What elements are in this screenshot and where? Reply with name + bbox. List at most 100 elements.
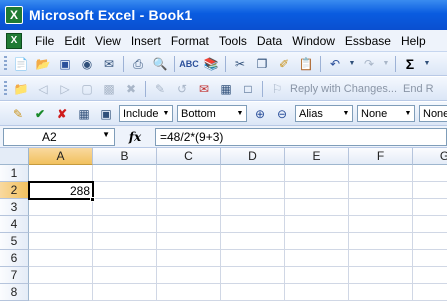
cell-g5[interactable] xyxy=(413,233,447,250)
cell-b3[interactable] xyxy=(93,199,157,216)
cell-c3[interactable] xyxy=(157,199,221,216)
undo-icon[interactable]: ↶ xyxy=(326,55,344,73)
cell-d5[interactable] xyxy=(221,233,285,250)
row-header-5[interactable]: 5 xyxy=(0,233,29,250)
cell-b4[interactable] xyxy=(93,216,157,233)
cell-a4[interactable] xyxy=(29,216,93,233)
cell-d2[interactable] xyxy=(221,182,285,199)
cell-g7[interactable] xyxy=(413,267,447,284)
chevron-down-icon[interactable]: ▼ xyxy=(402,106,414,121)
chevron-down-icon[interactable]: ▼ xyxy=(160,106,172,121)
edit-wizard-icon[interactable]: ✎ xyxy=(9,105,27,123)
menu-format[interactable]: Format xyxy=(166,34,214,48)
formula-input[interactable]: =48/2*(9+3) xyxy=(155,127,447,146)
menu-help[interactable]: Help xyxy=(396,34,431,48)
save-icon[interactable]: ▣ xyxy=(56,55,74,73)
cell-c7[interactable] xyxy=(157,267,221,284)
send-icon[interactable]: ✉ xyxy=(195,80,213,98)
cell-f4[interactable] xyxy=(349,216,413,233)
toolbar-grip[interactable] xyxy=(4,80,7,97)
cell-f5[interactable] xyxy=(349,233,413,250)
cell-f3[interactable] xyxy=(349,199,413,216)
autosum-icon[interactable]: Σ xyxy=(401,55,419,73)
name-box[interactable]: A2 ▼ xyxy=(3,127,115,146)
cell-a8[interactable] xyxy=(29,284,93,301)
row-header-2[interactable]: 2 xyxy=(0,182,29,199)
column-header-d[interactable]: D xyxy=(221,148,285,165)
cell-b5[interactable] xyxy=(93,233,157,250)
cut-icon[interactable]: ✂ xyxy=(231,55,249,73)
cell-d1[interactable] xyxy=(221,165,285,182)
row-header-7[interactable]: 7 xyxy=(0,267,29,284)
cell-a3[interactable] xyxy=(29,199,93,216)
workbook-icon[interactable]: X xyxy=(6,32,22,49)
new-icon[interactable]: 📄 xyxy=(12,55,30,73)
cell-c5[interactable] xyxy=(157,233,221,250)
cell-e1[interactable] xyxy=(285,165,349,182)
insert-function-icon[interactable]: fx xyxy=(115,130,155,144)
cell-a2[interactable]: 288 xyxy=(28,181,94,200)
column-header-c[interactable]: C xyxy=(157,148,221,165)
reply-with-changes-button[interactable]: Reply with Changes... xyxy=(290,83,397,95)
menu-essbase[interactable]: Essbase xyxy=(340,34,396,48)
cell-f1[interactable] xyxy=(349,165,413,182)
check-icon[interactable]: ✔ xyxy=(31,105,49,123)
column-header-b[interactable]: B xyxy=(93,148,157,165)
delete-comment-icon[interactable]: ✖ xyxy=(122,80,140,98)
cell-b1[interactable] xyxy=(93,165,157,182)
cell-e4[interactable] xyxy=(285,216,349,233)
redo-dropdown-icon[interactable]: ▼ xyxy=(382,55,390,73)
column-header-a[interactable]: A xyxy=(29,148,93,165)
cell-c1[interactable] xyxy=(157,165,221,182)
cell-b7[interactable] xyxy=(93,267,157,284)
end-review-button[interactable]: End R xyxy=(403,83,434,95)
print-preview-icon[interactable]: 🔍 xyxy=(151,55,169,73)
cell-b6[interactable] xyxy=(93,250,157,267)
reply-changes-icon[interactable]: ⚐ xyxy=(268,80,286,98)
none-dropdown-1[interactable]: None ▼ xyxy=(357,105,415,122)
column-header-f[interactable]: F xyxy=(349,148,413,165)
cell-e2[interactable] xyxy=(285,182,349,199)
chevron-down-icon[interactable]: ▼ xyxy=(102,130,110,139)
cell-c2[interactable] xyxy=(157,182,221,199)
undo-dropdown-icon[interactable]: ▼ xyxy=(348,55,356,73)
cell-d6[interactable] xyxy=(221,250,285,267)
menu-edit[interactable]: Edit xyxy=(59,34,90,48)
select-all-button[interactable] xyxy=(0,148,29,165)
cell-g6[interactable] xyxy=(413,250,447,267)
cell-f8[interactable] xyxy=(349,284,413,301)
row-header-8[interactable]: 8 xyxy=(0,284,29,301)
excel-icon[interactable]: X xyxy=(5,6,23,24)
cell-a7[interactable] xyxy=(29,267,93,284)
email-icon[interactable]: ✉ xyxy=(100,55,118,73)
zoom-out-icon[interactable]: ⊖ xyxy=(273,105,291,123)
cell-g4[interactable] xyxy=(413,216,447,233)
cell-e6[interactable] xyxy=(285,250,349,267)
spelling-icon[interactable]: ABC xyxy=(179,55,199,73)
row-header-6[interactable]: 6 xyxy=(0,250,29,267)
cell-d7[interactable] xyxy=(221,267,285,284)
menu-tools[interactable]: Tools xyxy=(214,34,252,48)
none-dropdown-2[interactable]: None xyxy=(419,105,447,122)
chevron-down-icon[interactable]: ▼ xyxy=(340,106,352,121)
paste-icon[interactable]: 📋 xyxy=(297,55,315,73)
cell-e8[interactable] xyxy=(285,284,349,301)
cell-g1[interactable] xyxy=(413,165,447,182)
column-header-g[interactable]: G xyxy=(413,148,447,165)
cell-a5[interactable] xyxy=(29,233,93,250)
menu-insert[interactable]: Insert xyxy=(126,34,166,48)
redo-icon[interactable]: ↷ xyxy=(360,55,378,73)
column-header-e[interactable]: E xyxy=(285,148,349,165)
cell-g8[interactable] xyxy=(413,284,447,301)
cell-f2[interactable] xyxy=(349,182,413,199)
alias-dropdown[interactable]: Alias ▼ xyxy=(295,105,353,122)
print-icon[interactable]: ⎙ xyxy=(129,55,147,73)
permission-icon[interactable]: ◉ xyxy=(78,55,96,73)
cell-g3[interactable] xyxy=(413,199,447,216)
menu-data[interactable]: Data xyxy=(252,34,287,48)
cell-a1[interactable] xyxy=(29,165,93,182)
cell-a6[interactable] xyxy=(29,250,93,267)
cell-d3[interactable] xyxy=(221,199,285,216)
cell-c6[interactable] xyxy=(157,250,221,267)
menu-file[interactable]: File xyxy=(30,34,59,48)
